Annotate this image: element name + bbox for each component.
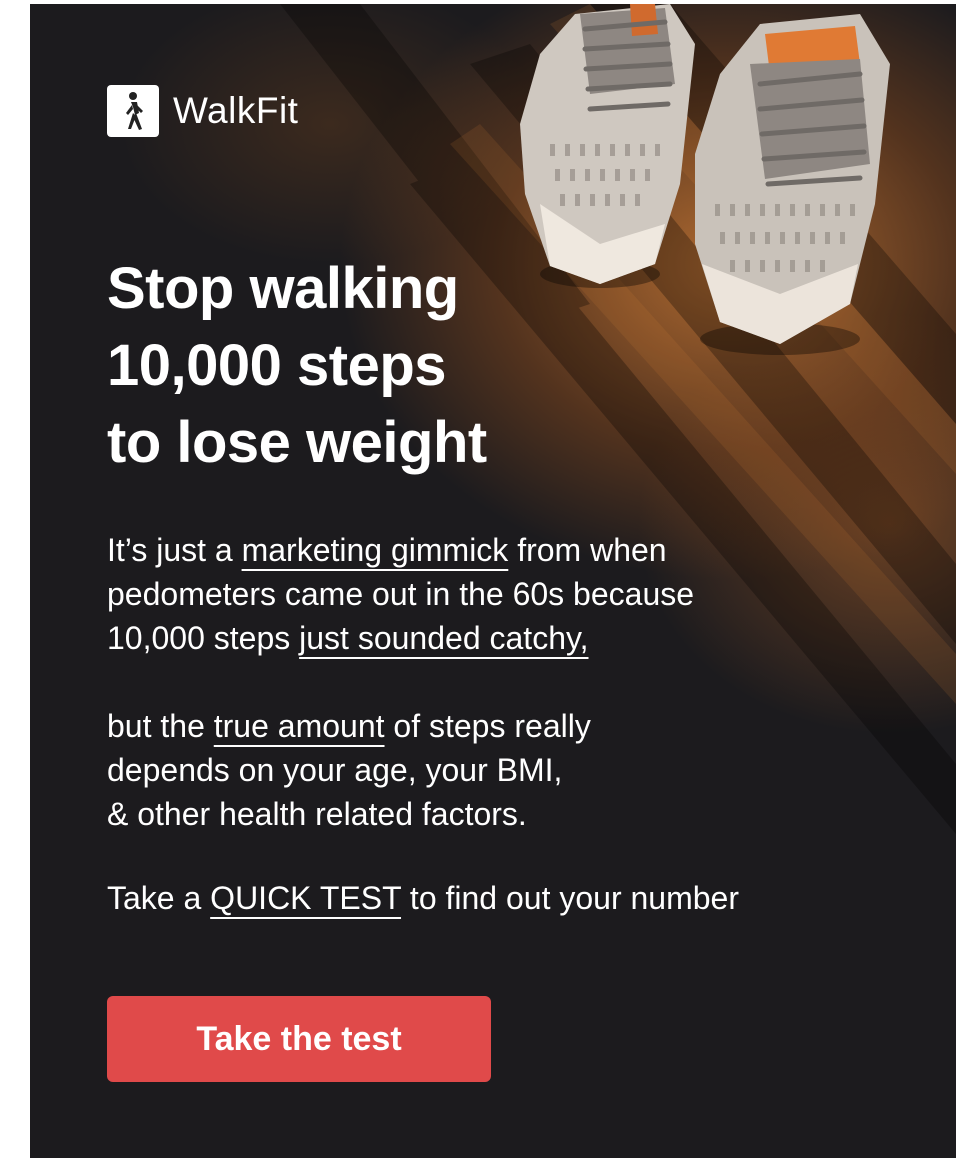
paragraph-line: Take a QUICK TEST to find out your numbe… <box>107 876 907 920</box>
paragraph-line: & other health related factors. <box>107 796 527 832</box>
paragraph-line: 10,000 steps just sounded catchy, <box>107 616 907 660</box>
headline: Stop walking 10,000 steps to lose weight <box>107 250 607 481</box>
text-segment: 10,000 steps <box>107 620 300 656</box>
brand-logo[interactable]: WalkFit <box>107 84 298 138</box>
paragraph-line: pedometers came out in the 60s because <box>107 576 695 612</box>
text-segment: to find out your number <box>401 880 739 916</box>
text-segment: of steps really <box>384 708 591 744</box>
brand-name: WalkFit <box>173 90 299 131</box>
headline-line: to lose weight <box>107 410 487 475</box>
text-segment: but the <box>107 708 214 744</box>
body-paragraph-3: Take a QUICK TEST to find out your numbe… <box>107 876 907 920</box>
body-paragraph-2: but the true amount of steps really depe… <box>107 704 907 836</box>
paragraph-line: It’s just a marketing gimmick from when <box>107 528 907 572</box>
text-segment: from when <box>508 532 667 568</box>
text-segment: Take a <box>107 880 211 916</box>
sounded-catchy-link[interactable]: just sounded catchy, <box>299 620 588 656</box>
body-paragraph-1: It’s just a marketing gimmick from when … <box>107 528 907 660</box>
quick-test-link[interactable]: QUICK TEST <box>210 880 401 916</box>
text-segment: It’s just a <box>107 532 242 568</box>
true-amount-link[interactable]: true amount <box>214 708 385 744</box>
walking-person-icon <box>107 85 159 137</box>
headline-line: Stop walking <box>107 256 459 321</box>
take-the-test-button[interactable]: Take the test <box>107 996 491 1082</box>
paragraph-line: depends on your age, your BMI, <box>107 752 563 788</box>
marketing-gimmick-link[interactable]: marketing gimmick <box>242 532 509 568</box>
paragraph-line: but the true amount of steps really <box>107 704 907 748</box>
email-card: WalkFit Stop walking 10,000 steps to los… <box>30 4 956 1158</box>
headline-line: 10,000 steps <box>107 333 447 398</box>
